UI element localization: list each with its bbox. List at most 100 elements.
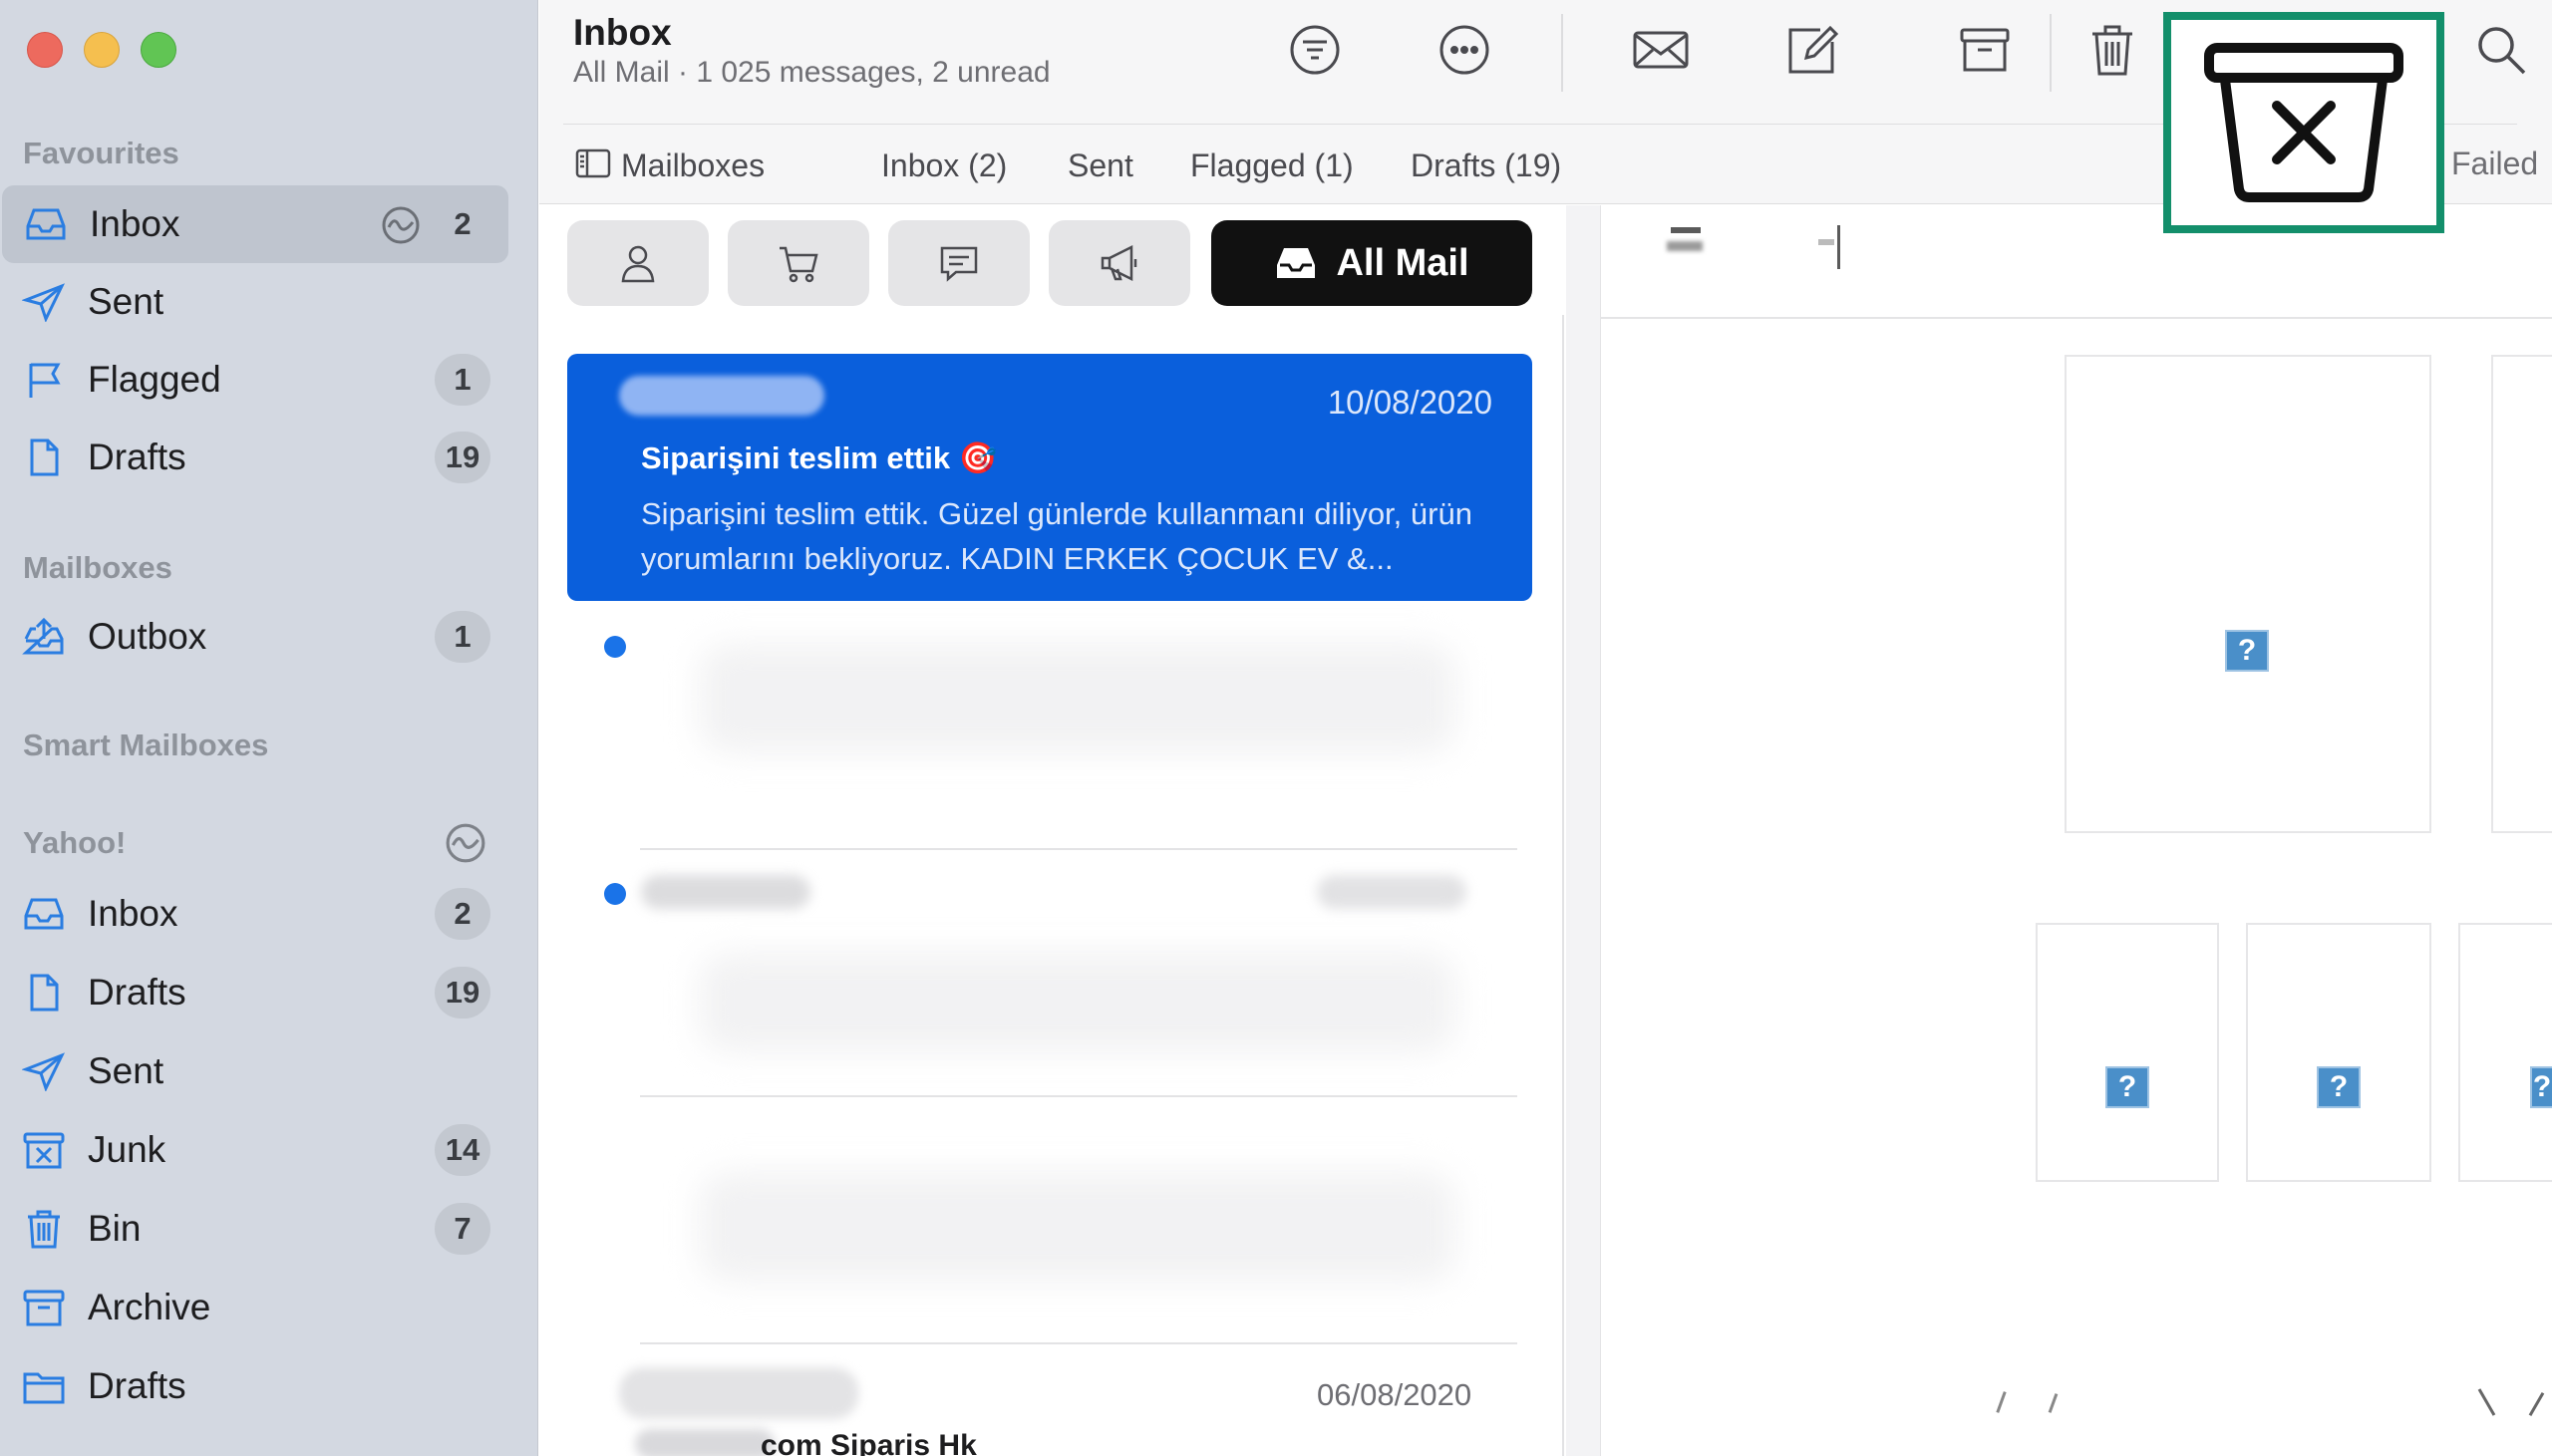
sidebar-item-yahoo-inbox[interactable]: Inbox 2 (0, 875, 508, 953)
message-preview: Siparişini teslim ettik. Güzel günlerde … (641, 496, 1472, 576)
junk-icon (23, 1132, 65, 1169)
drafts-icon (30, 974, 59, 1012)
redacted-sender (619, 376, 824, 416)
get-mail-icon[interactable] (1631, 20, 1691, 80)
sidebar-item-label: Drafts (88, 1365, 186, 1406)
sidebar-item-sent[interactable]: Sent (0, 263, 508, 341)
sidebar-item-drafts[interactable]: Drafts 19 (0, 419, 508, 496)
garbled-text (1996, 1391, 2007, 1413)
image-placeholder (2246, 923, 2431, 1182)
sent-icon (22, 283, 66, 322)
image-placeholder (2065, 355, 2431, 833)
sidebar-item-flagged[interactable]: Flagged 1 (0, 341, 508, 419)
megaphone-icon (1101, 244, 1137, 282)
filter-primary-button[interactable] (567, 220, 709, 306)
close-window-button[interactable] (27, 32, 63, 68)
favourites-bar-sent[interactable]: Sent (1068, 147, 1133, 184)
inbox-icon (24, 898, 64, 930)
count-badge: 14 (435, 1124, 490, 1176)
blurred-message (699, 1172, 1456, 1282)
sidebar-item-yahoo-bin[interactable]: Bin 7 (0, 1190, 508, 1268)
image-placeholder (2036, 923, 2219, 1182)
header-divider (1601, 317, 2552, 319)
message-icon (940, 246, 978, 282)
compose-icon[interactable] (1782, 20, 1842, 80)
sidebar-item-label: Archive (88, 1287, 211, 1327)
smart-mailboxes-section-title[interactable]: Smart Mailboxes (23, 728, 268, 763)
minimize-window-button[interactable] (84, 32, 120, 68)
count-badge: 7 (435, 1203, 490, 1255)
sidebar-item-label: Inbox (88, 893, 178, 934)
junk-button-highlight[interactable] (2163, 12, 2444, 233)
filter-icon[interactable] (1285, 20, 1345, 80)
sidebar-item-outbox[interactable]: Outbox 1 (0, 598, 508, 676)
trash-icon[interactable] (2082, 20, 2142, 80)
favourites-bar-flagged[interactable]: Flagged (1) (1190, 147, 1354, 184)
image-placeholder (2491, 355, 2552, 833)
sidebar-item-inbox[interactable]: Inbox 2 (2, 185, 508, 263)
sidebar-item-yahoo-drafts[interactable]: Drafts 19 (0, 954, 508, 1031)
broken-image-icon: ? (2225, 630, 2269, 672)
filter-promotions-button[interactable] (1049, 220, 1190, 306)
blurred-message (699, 644, 1456, 753)
window-subtitle: All Mail · 1 025 messages, 2 unread (573, 56, 1051, 89)
filter-updates-button[interactable] (888, 220, 1030, 306)
message-preview-pane: ? ? ? ? (1566, 205, 2552, 1456)
count-badge: 19 (435, 432, 490, 483)
sidebar-item-label: Junk (88, 1129, 166, 1170)
activity-icon (382, 206, 420, 244)
count-badge: 19 (435, 967, 490, 1019)
garbled-text (1667, 241, 1703, 251)
sidebar-item-label: Drafts (88, 972, 186, 1013)
sidebar-item-yahoo-drafts-folder[interactable]: Drafts (0, 1347, 508, 1425)
more-icon[interactable] (1435, 20, 1494, 80)
cart-icon (780, 246, 818, 283)
image-placeholder (2458, 923, 2552, 1182)
row-divider (640, 1342, 1517, 1344)
broken-image-icon: ? (2317, 1066, 2361, 1108)
message-sender: com Siparis Hk (761, 1429, 977, 1456)
garbled-text (2477, 1388, 2496, 1416)
sidebar-item-label: Flagged (88, 359, 221, 400)
message-row-selected[interactable]: 10/08/2020 Siparişini teslim ettik 🎯 Sip… (567, 354, 1532, 601)
category-filter-bar: All Mail (539, 205, 1564, 315)
unread-badge: 2 (454, 206, 472, 241)
person-icon (621, 245, 655, 283)
favourites-section-title: Favourites (23, 136, 179, 170)
message-subject: Siparişini teslim ettik 🎯 (641, 440, 998, 475)
sidebar-item-yahoo-junk[interactable]: Junk 14 (0, 1111, 508, 1189)
junk-icon (2204, 43, 2403, 202)
count-badge: 1 (435, 354, 490, 406)
favourites-bar-mailboxes[interactable]: Mailboxes (621, 147, 765, 184)
window-title: Inbox (573, 12, 672, 53)
redacted-sender (619, 1367, 858, 1419)
inbox-icon (1277, 248, 1316, 278)
blurred-message (699, 953, 1456, 1052)
sidebar-item-yahoo-sent[interactable]: Sent (0, 1032, 508, 1110)
archive-icon[interactable] (1955, 20, 2015, 80)
bin-icon (28, 1210, 60, 1249)
search-icon[interactable] (2471, 20, 2531, 80)
sidebar-toggle-icon[interactable] (575, 148, 611, 178)
garbled-text (1837, 225, 1840, 269)
redacted-sender (635, 1429, 775, 1456)
sidebar-item-yahoo-archive[interactable]: Archive (0, 1269, 508, 1346)
yahoo-section-title[interactable]: Yahoo! (23, 825, 126, 861)
mailboxes-section-title: Mailboxes (23, 550, 172, 585)
flag-icon (29, 363, 61, 398)
toolbar-separator (1561, 14, 1563, 92)
zoom-window-button[interactable] (141, 32, 176, 68)
all-mail-label: All Mail (1336, 241, 1469, 284)
archive-icon (23, 1290, 65, 1326)
filter-all-mail-button[interactable]: All Mail (1211, 220, 1532, 306)
favourites-bar-inbox[interactable]: Inbox (2) (881, 147, 1007, 184)
unread-badge: 2 (435, 888, 490, 940)
row-divider (640, 1095, 1517, 1097)
sent-icon (22, 1052, 66, 1091)
message-date: 06/08/2020 (1317, 1377, 1472, 1412)
blurred-sender (641, 875, 810, 909)
favourites-bar-failed[interactable]: Failed (2451, 146, 2538, 182)
filter-transactions-button[interactable] (728, 220, 869, 306)
inbox-icon (26, 208, 66, 240)
favourites-bar-drafts[interactable]: Drafts (19) (1411, 147, 1561, 184)
